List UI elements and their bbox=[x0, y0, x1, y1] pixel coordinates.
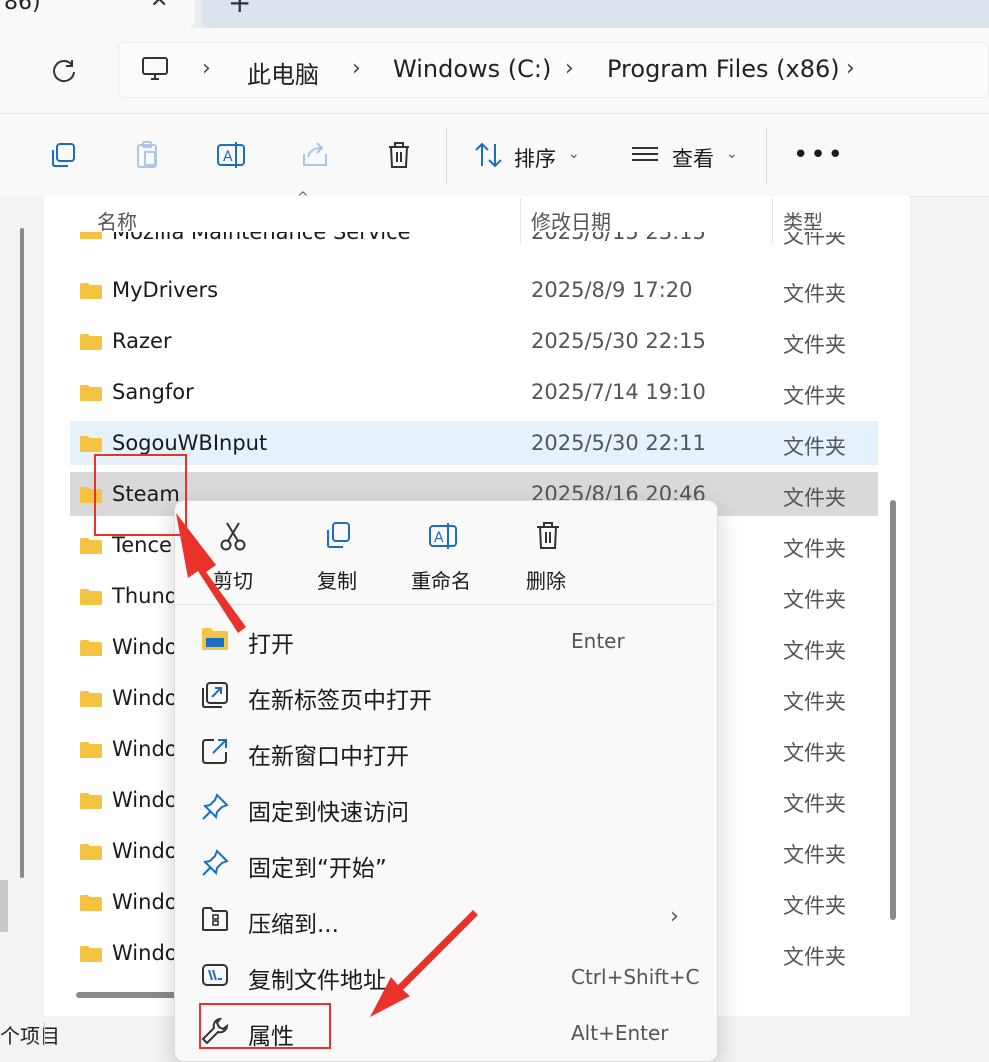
annotation-arrows bbox=[176, 513, 478, 1017]
annotation-arrow-icon bbox=[370, 910, 478, 1017]
annotation-arrow-icon bbox=[176, 513, 246, 633]
